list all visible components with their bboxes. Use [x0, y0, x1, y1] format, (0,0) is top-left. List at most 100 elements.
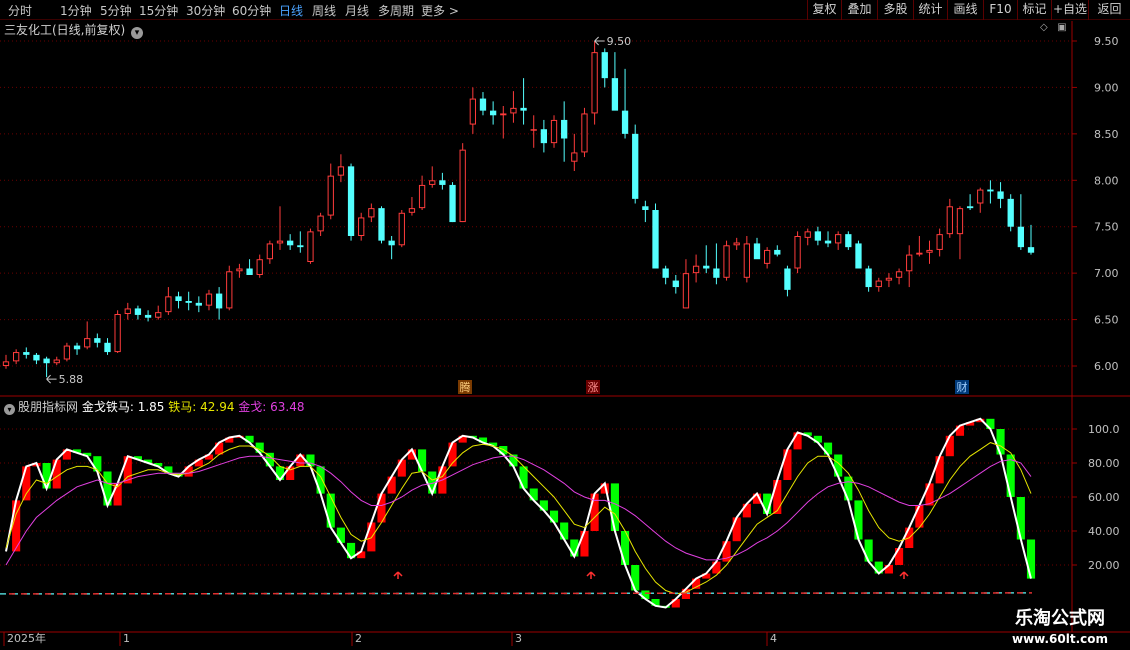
candle-body [368, 208, 375, 218]
time-tick-label: 3 [515, 632, 522, 645]
candle-body [662, 268, 669, 278]
candle-body [33, 354, 40, 361]
candle-body [682, 273, 690, 309]
candle-body [185, 301, 192, 303]
candle-body [226, 271, 233, 309]
oscillator-bar [1026, 539, 1036, 579]
oscillator-bar [783, 449, 792, 480]
candle-body [966, 206, 974, 209]
candle-body [175, 296, 182, 301]
candle-body [155, 312, 162, 318]
candle-body [84, 338, 91, 348]
candle-body [94, 338, 101, 343]
candle-body [632, 133, 639, 199]
oscillator-bar [275, 466, 285, 480]
candle-body [63, 345, 71, 360]
candle-body [124, 308, 131, 314]
oscillator-bar [326, 493, 335, 528]
candle-body [845, 234, 852, 248]
candle-body [692, 265, 700, 274]
indicator-tick-label: 80.00 [1088, 457, 1120, 470]
oscillator-bar [306, 454, 315, 467]
oscillator-bar [560, 522, 569, 540]
candle-body [763, 249, 771, 264]
candle-body [571, 152, 578, 162]
candle-body [895, 271, 903, 278]
candle-body [114, 314, 121, 353]
candle-body [621, 110, 629, 134]
candle-body [2, 361, 10, 367]
candle-body [774, 249, 781, 255]
candle-body [144, 314, 152, 318]
candle-body [23, 352, 30, 355]
oscillator-bar [610, 483, 619, 531]
candle-body [317, 215, 324, 232]
candle-body [550, 119, 558, 144]
time-tick-label: 4 [770, 632, 777, 645]
candle-body [733, 242, 740, 246]
price-tick-label: 8.00 [1094, 174, 1119, 187]
candle-body [43, 358, 50, 364]
candle-body [794, 236, 801, 269]
oscillator-bar [316, 466, 325, 494]
event-marker-label: 涨 [588, 381, 599, 394]
candle-body [946, 206, 953, 235]
event-marker-label: 财 [957, 380, 968, 394]
candle-body [540, 129, 548, 144]
oscillator-bar [732, 517, 741, 542]
price-tick-label: 9.00 [1094, 81, 1119, 94]
oscillator-bar [895, 548, 904, 565]
candle-body [865, 268, 872, 288]
candle-body [977, 189, 984, 204]
candle-body [236, 268, 243, 272]
candle-body [916, 252, 923, 255]
series-line-2 [5, 455, 1032, 566]
oscillator-bar [580, 531, 589, 557]
candle-body [956, 208, 964, 235]
candle-body [652, 210, 659, 269]
candle-body [804, 231, 811, 238]
high-price-label: 9.50 [607, 35, 632, 48]
oscillator-bar [773, 480, 782, 514]
candle-body [256, 259, 263, 276]
candle-body [388, 240, 395, 246]
candle-body [408, 208, 416, 213]
candle-body [835, 234, 842, 244]
candle-body [601, 52, 608, 79]
candle-body [824, 240, 832, 244]
candle-body [855, 243, 862, 269]
watermark-line2: www.60lt.com [1011, 632, 1109, 646]
candle-body [327, 175, 334, 216]
series-line-0 [5, 417, 1032, 609]
candle-body [215, 293, 223, 309]
candle-body [459, 149, 466, 223]
buy-arrow [899, 571, 909, 579]
price-tick-label: 6.00 [1094, 360, 1119, 373]
candle-body [743, 243, 750, 278]
time-tick-label: 2025年 [7, 631, 46, 645]
candle-body [489, 110, 497, 116]
candle-body [469, 98, 476, 125]
candle-body [1027, 247, 1035, 253]
candle-body [906, 254, 913, 272]
candle-body [13, 352, 20, 362]
candle-body [347, 166, 355, 236]
price-tick-label: 9.50 [1094, 35, 1119, 48]
buy-arrow [586, 571, 596, 579]
candle-body [398, 212, 405, 246]
candle-body [165, 296, 172, 313]
oscillator-bar [22, 466, 31, 501]
low-price-label: 5.88 [59, 373, 83, 386]
price-tick-label: 7.00 [1094, 267, 1119, 280]
candle-body [713, 268, 720, 278]
watermark-line1: 乐淘公式网 [1015, 608, 1105, 629]
candle-body [134, 308, 142, 315]
event-marker-label: 腾 [460, 380, 471, 394]
candle-body [500, 113, 507, 116]
candle-body [530, 129, 537, 131]
candle-body [753, 243, 761, 260]
candle-body [581, 113, 588, 153]
indicator-tick-label: 40.00 [1088, 525, 1120, 538]
candle-body [591, 52, 598, 114]
oscillator-bar [854, 500, 863, 540]
